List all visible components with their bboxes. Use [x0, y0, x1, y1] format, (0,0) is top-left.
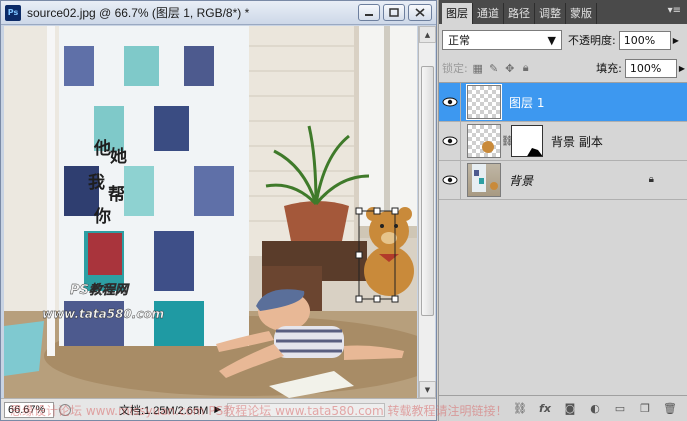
layer-name[interactable]: 背景 副本 — [551, 133, 603, 150]
layers-list: 图层 1 ⛓ 背景 副本 背景 🔒︎ — [439, 82, 687, 395]
visibility-toggle[interactable] — [439, 160, 461, 200]
link-icon[interactable]: ⛓ — [512, 402, 528, 416]
fill-field[interactable]: 100% — [624, 58, 677, 78]
visibility-toggle[interactable] — [439, 82, 461, 122]
tab-paths[interactable]: 路径 — [504, 3, 535, 24]
eye-icon — [442, 136, 457, 146]
window-controls — [358, 4, 432, 21]
lock-transparent-icon[interactable]: ▦ — [472, 62, 484, 75]
layer-mask-thumbnail[interactable] — [511, 125, 543, 157]
canvas-artwork: 他 她 我 帮 你 PS教程网 www.tata580.com — [4, 26, 417, 398]
calligraphy-char-3: 我 — [88, 173, 105, 193]
opacity-field[interactable]: 100% — [618, 30, 671, 50]
document-size-info: 文档:1.25M/2.65M — [119, 404, 209, 417]
layer-row-background[interactable]: 背景 🔒︎ — [439, 160, 687, 200]
fill-label: 填充: — [596, 62, 622, 75]
eye-icon — [442, 97, 457, 107]
mask-icon[interactable]: ◙ — [562, 402, 578, 416]
blend-mode-value: 正常 — [448, 34, 470, 47]
layer-thumbnail — [466, 84, 502, 120]
lock-position-icon[interactable]: ✥ — [504, 62, 516, 75]
tab-layers[interactable]: 图层 — [442, 3, 473, 24]
close-icon — [415, 8, 425, 17]
photoshop-workspace: Ps source02.jpg @ 66.7% (图层 1, RGB/8*) * — [0, 0, 687, 421]
logo-text: PS教程网 — [70, 282, 130, 298]
tab-channels[interactable]: 通道 — [473, 3, 504, 24]
blend-opacity-row: 正常 ▼ 不透明度: 100% ▶ — [442, 30, 685, 50]
status-menu-arrow-icon[interactable]: ▶ — [214, 404, 221, 415]
document-window: Ps source02.jpg @ 66.7% (图层 1, RGB/8*) * — [0, 0, 437, 421]
document-titlebar[interactable]: Ps source02.jpg @ 66.7% (图层 1, RGB/8*) * — [1, 1, 436, 25]
calligraphy-char-1: 他 — [93, 138, 111, 159]
document-canvas[interactable]: 他 她 我 帮 你 PS教程网 www.tata580.com — [4, 26, 417, 398]
layer-row-background-copy[interactable]: ⛓ 背景 副本 — [439, 121, 687, 161]
layer-thumbnail — [467, 124, 501, 158]
document-title: source02.jpg @ 66.7% (图层 1, RGB/8*) * — [27, 6, 250, 20]
calligraphy-char-4: 帮 — [108, 185, 125, 205]
tab-adjustments[interactable]: 调整 — [535, 3, 566, 24]
trash-icon[interactable]: 🗑︎ — [662, 402, 678, 416]
chevron-down-icon: ▼ — [547, 33, 556, 47]
scroll-down-arrow[interactable]: ▼ — [419, 381, 436, 398]
adjustment-icon[interactable]: ◐ — [587, 402, 603, 416]
layers-panel: 图层 通道 路径 调整 蒙版 ▾≡ 正常 ▼ 不透明度: 100% ▶ 锁定: … — [438, 0, 687, 421]
lock-all-icon[interactable]: 🔒︎ — [520, 61, 532, 74]
maximize-icon — [389, 8, 399, 17]
minimize-icon — [365, 13, 373, 16]
scroll-thumb[interactable] — [421, 66, 434, 316]
lock-pixels-icon[interactable]: ✎ — [488, 62, 500, 75]
scroll-up-arrow[interactable]: ▲ — [419, 26, 436, 43]
horizontal-scrollbar[interactable] — [227, 402, 386, 417]
red-seal-stamp — [88, 233, 122, 275]
fx-icon[interactable]: fx — [537, 402, 553, 416]
panel-menu-icon[interactable]: ▾≡ — [668, 5, 681, 16]
opacity-label: 不透明度: — [568, 34, 616, 47]
fill-arrow-icon[interactable]: ▶ — [679, 64, 685, 73]
calligraphy-char-2: 她 — [110, 146, 127, 167]
panel-footer: ⛓ fx ◙ ◐ ▭ ❐ 🗑︎ — [439, 395, 687, 421]
vertical-scrollbar[interactable]: ▲ ▼ — [418, 26, 436, 398]
layer-thumbnail — [467, 163, 501, 197]
visibility-toggle[interactable] — [439, 121, 461, 161]
photoshop-icon: Ps — [5, 4, 21, 21]
blend-mode-select[interactable]: 正常 ▼ — [442, 30, 562, 50]
new-layer-icon[interactable]: ❐ — [637, 402, 653, 416]
fill-control: 填充: 100% ▶ — [596, 58, 685, 78]
logo-url: www.tata580.com — [42, 307, 164, 321]
zoom-field[interactable]: 66.67% — [4, 401, 54, 418]
lock-label: 锁定: — [442, 62, 468, 75]
layer-name[interactable]: 背景 — [509, 172, 533, 189]
layer-name[interactable]: 图层 1 — [509, 94, 544, 111]
opacity-arrow-icon[interactable]: ▶ — [673, 36, 679, 45]
lock-icon: 🔒︎ — [648, 174, 654, 185]
lock-fill-row: 锁定: ▦ ✎ ✥ 🔒︎ 填充: 100% ▶ — [442, 58, 685, 78]
panel-tabs: 图层 通道 路径 调整 蒙版 ▾≡ — [439, 0, 687, 24]
close-button[interactable] — [408, 4, 432, 21]
folder-icon[interactable]: ▭ — [612, 402, 628, 416]
layer-row-layer1[interactable]: 图层 1 — [439, 82, 687, 122]
status-bar: 66.67% 文档:1.25M/2.65M ▶ — [1, 398, 436, 420]
maximize-button[interactable] — [383, 4, 405, 21]
eye-icon — [442, 175, 457, 185]
status-info-icon[interactable] — [59, 403, 71, 416]
link-chain-icon[interactable]: ⛓ — [501, 136, 514, 147]
calligraphy-char-5: 你 — [93, 206, 111, 227]
minimize-button[interactable] — [358, 4, 380, 21]
tab-masks[interactable]: 蒙版 — [566, 3, 597, 24]
